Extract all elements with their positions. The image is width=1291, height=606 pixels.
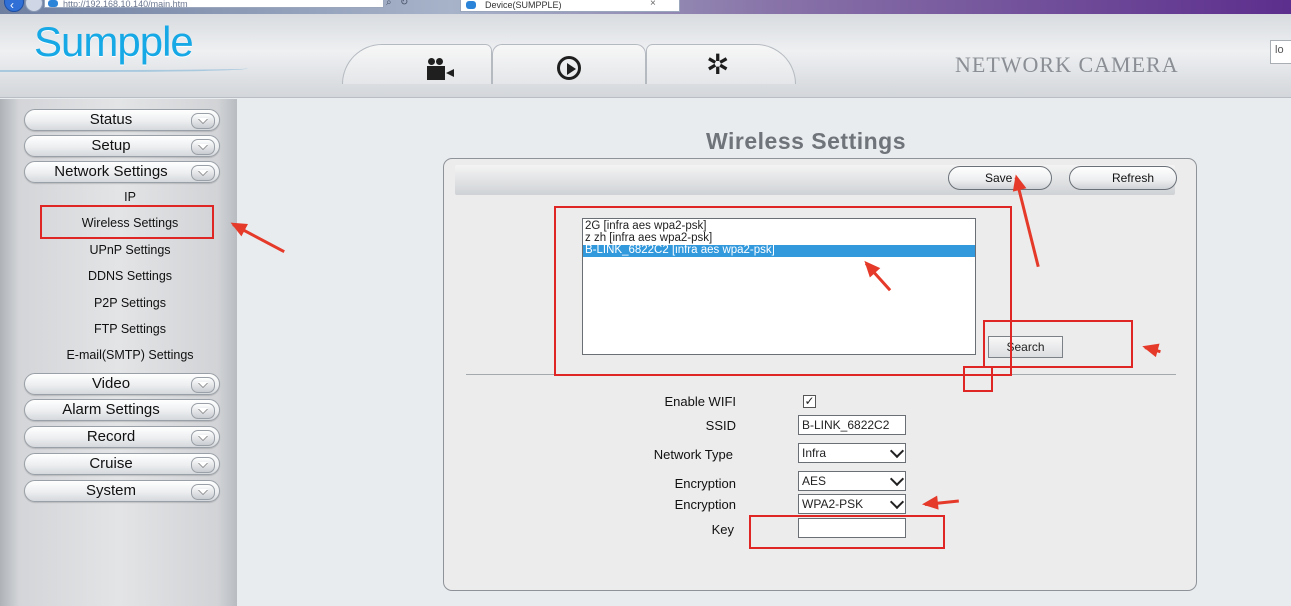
menu-video[interactable]: Video <box>24 373 220 395</box>
tab-live-video[interactable] <box>342 44 492 84</box>
sidebar-item-ftp-settings[interactable]: FTP Settings <box>0 322 260 336</box>
key-label: Key <box>711 522 734 537</box>
encryption-value: AES <box>802 474 827 488</box>
encryption-auth-value: WPA2-PSK <box>802 497 864 511</box>
annotation-box-search <box>983 320 1133 368</box>
back-arrow-icon: ‹ <box>10 0 14 12</box>
chevron-down-icon <box>191 457 215 473</box>
sidebar-item-p2p-settings[interactable]: P2P Settings <box>0 296 260 310</box>
refresh-button[interactable]: Refresh <box>1069 166 1177 190</box>
menu-network-settings[interactable]: Network Settings <box>24 161 220 183</box>
search-icon[interactable]: ⌕ <box>386 0 392 8</box>
panel-toolbar <box>455 165 1175 195</box>
chevron-down-icon <box>191 377 215 393</box>
annotation-box-small <box>963 366 993 392</box>
ie-page-icon <box>48 0 58 7</box>
ssid-label: SSID <box>705 418 736 433</box>
chevron-down-icon <box>191 139 215 155</box>
menu-label: Network Settings <box>54 163 168 180</box>
chevron-down-icon <box>191 484 215 500</box>
menu-label: Setup <box>91 137 131 154</box>
encryption-label: Encryption <box>674 476 736 491</box>
encryption-auth-label: Encryption <box>674 497 736 512</box>
annotation-box-wifi-list <box>554 206 1012 376</box>
menu-status[interactable]: Status <box>24 109 220 131</box>
menu-label: Video <box>91 375 131 392</box>
menu-alarm-settings[interactable]: Alarm Settings <box>24 399 220 421</box>
enable-wifi-checkbox[interactable]: ✓ <box>803 395 816 408</box>
close-tab-icon[interactable]: × <box>650 0 656 9</box>
sidebar-item-email-settings[interactable]: E-mail(SMTP) Settings <box>0 348 260 362</box>
menu-label: Alarm Settings <box>62 401 160 418</box>
chevron-down-icon <box>889 443 905 459</box>
ssid-field[interactable]: B-LINK_6822C2 <box>798 415 906 435</box>
save-label: Save <box>985 171 1013 185</box>
refresh-icon[interactable]: ↻ <box>400 0 408 8</box>
menu-label: Status <box>89 111 133 128</box>
header-search-input[interactable]: lo <box>1270 40 1291 64</box>
encryption-select[interactable]: AES <box>798 471 906 491</box>
header-title: NETWORK CAMERA <box>955 52 1179 77</box>
network-type-value: Infra <box>802 446 827 460</box>
chevron-down-icon <box>191 403 215 419</box>
chevron-down-icon <box>191 430 215 446</box>
logo: Sumpple <box>34 18 194 65</box>
menu-cruise[interactable]: Cruise <box>24 453 220 475</box>
page-title: Wireless Settings <box>706 128 907 154</box>
video-camera-icon <box>427 58 455 82</box>
annotation-box-key <box>749 515 945 549</box>
network-type-label: Network Type <box>653 447 733 462</box>
ie-tab-icon <box>466 1 476 9</box>
menu-label: System <box>85 482 136 499</box>
menu-record[interactable]: Record <box>24 426 220 448</box>
annotation-arrow <box>1144 346 1161 354</box>
play-icon <box>557 56 581 80</box>
menu-label: Record <box>86 428 136 445</box>
address-bar[interactable]: http://192.168.10.140/main.htm <box>44 0 384 8</box>
save-button[interactable]: Save <box>948 166 1052 190</box>
sidebar-item-ddns-settings[interactable]: DDNS Settings <box>0 269 260 283</box>
menu-setup[interactable]: Setup <box>24 135 220 157</box>
chevron-down-icon <box>191 113 215 129</box>
menu-label: Cruise <box>89 455 133 472</box>
sidebar-item-ip[interactable]: IP <box>0 190 260 204</box>
gear-icon: ✲ <box>706 49 730 80</box>
menu-system[interactable]: System <box>24 480 220 502</box>
enable-wifi-label: Enable WIFI <box>664 394 736 409</box>
encryption-auth-select[interactable]: WPA2-PSK <box>798 494 906 514</box>
chevron-down-icon <box>889 494 905 510</box>
chevron-down-icon <box>889 471 905 487</box>
network-type-select[interactable]: Infra <box>798 443 906 463</box>
browser-tab[interactable]: Device(SUMPPLE) <box>460 0 680 12</box>
chevron-down-icon <box>191 165 215 181</box>
sidebar-item-upnp-settings[interactable]: UPnP Settings <box>0 243 260 257</box>
annotation-box-wireless <box>40 205 214 239</box>
refresh-label: Refresh <box>1111 171 1154 185</box>
